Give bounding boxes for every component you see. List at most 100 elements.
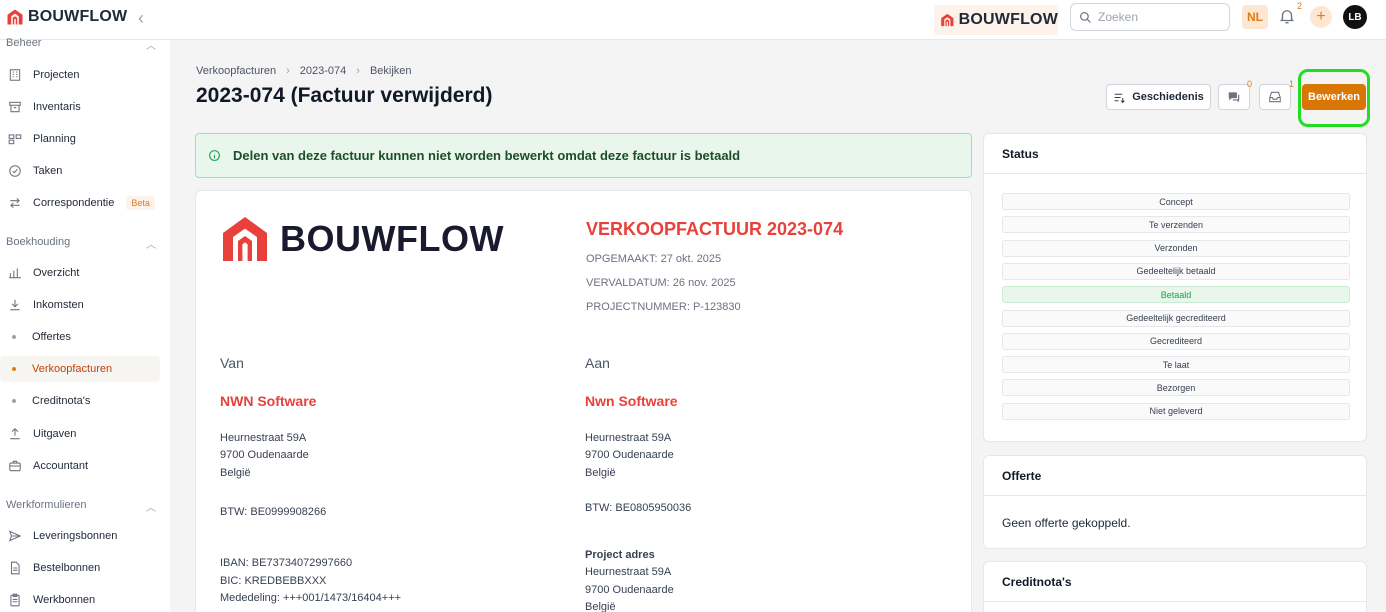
status-item[interactable]: Te laat: [1002, 356, 1350, 374]
section-boekhouding[interactable]: Boekhouding ︿: [6, 236, 156, 251]
from-name: NWN Software: [220, 393, 317, 409]
collapse-sidebar-icon[interactable]: ‹: [138, 8, 144, 29]
invoice-logo: BOUWFLOW: [220, 215, 504, 263]
status-item[interactable]: Te verzenden: [1002, 216, 1350, 234]
breadcrumb-item[interactable]: Verkoopfacturen: [196, 65, 276, 77]
upload-icon: [7, 426, 23, 442]
bullet-icon: [12, 335, 16, 339]
briefcase-icon: [7, 458, 23, 474]
invoice-brand: BOUWFLOW: [280, 218, 504, 259]
project-country: België: [585, 601, 616, 612]
sidebar-item-label: Verkoopfacturen: [32, 363, 113, 375]
chevron-up-icon: ︿: [146, 503, 156, 514]
from-reference: Mededeling: +++001/1473/16404+++: [220, 592, 402, 604]
sidebar-item-label: Leveringsbonnen: [33, 530, 118, 542]
notifications-count: 2: [1297, 1, 1303, 11]
sidebar-item-overzicht[interactable]: Overzicht: [0, 260, 160, 286]
inbox-button[interactable]: [1259, 84, 1291, 110]
sidebar-item-label: Offertes: [32, 331, 71, 343]
status-panel-title: Status: [984, 134, 1366, 174]
search-input[interactable]: [1098, 10, 1218, 24]
inbox-icon: [1269, 91, 1281, 103]
sidebar-item-label: Creditnota's: [32, 395, 91, 407]
search-box[interactable]: [1070, 3, 1230, 31]
inbox-count: 1: [1289, 79, 1295, 89]
sidebar-item-inventaris[interactable]: Inventaris: [0, 94, 160, 120]
sidebar-item-label: Inventaris: [33, 101, 81, 113]
breadcrumb: Verkoopfacturen › 2023-074 › Bekijken: [196, 65, 412, 77]
sidebar-item-label: Projecten: [33, 69, 80, 81]
check-circle-icon: [7, 163, 23, 179]
status-item[interactable]: Niet geleverd: [1002, 402, 1350, 420]
invoice-created: OPGEMAAKT: 27 okt. 2025: [586, 253, 722, 265]
sidebar-item-werkbonnen[interactable]: Werkbonnen: [0, 587, 160, 612]
project-city: 9700 Oudenaarde: [585, 584, 674, 596]
sidebar-item-projecten[interactable]: Projecten: [0, 62, 160, 88]
status-item[interactable]: Gecrediteerd: [1002, 332, 1350, 350]
from-country: België: [220, 467, 251, 479]
sidebar-item-planning[interactable]: Planning: [0, 126, 160, 152]
to-vat: BTW: BE0805950036: [585, 502, 692, 514]
document-icon: [7, 560, 23, 576]
bar-chart-icon: [7, 265, 23, 281]
bouwflow-logo-icon: [7, 9, 23, 25]
sidebar-item-taken[interactable]: Taken: [0, 158, 160, 184]
app-logo[interactable]: BOUWFLOW: [6, 8, 127, 26]
from-street: Heurnestraat 59A: [220, 432, 307, 444]
avatar[interactable]: LB: [1343, 5, 1367, 29]
sidebar-item-leveringsbonnen[interactable]: Leveringsbonnen: [0, 523, 160, 549]
clipboard-icon: [7, 592, 23, 608]
chevron-up-icon: ︿: [146, 41, 156, 52]
sidebar: Beheer ︿ Projecten Inventaris Planning T…: [0, 37, 170, 612]
paid-alert: Delen van deze factuur kunnen niet worde…: [195, 133, 972, 178]
from-city: 9700 Oudenaarde: [220, 449, 309, 461]
sidebar-item-accountant[interactable]: Accountant: [0, 453, 160, 479]
info-icon: [209, 150, 220, 161]
search-icon: [1080, 11, 1091, 23]
sidebar-item-inkomsten[interactable]: Inkomsten: [0, 292, 160, 318]
history-button[interactable]: Geschiedenis: [1106, 84, 1211, 110]
section-beheer[interactable]: Beheer ︿: [6, 37, 156, 52]
brand-name: BOUWFLOW: [28, 8, 128, 25]
company-switcher[interactable]: BOUWFLOW: [934, 5, 1058, 35]
section-werkformulieren[interactable]: Werkformulieren ︿: [6, 499, 156, 514]
status-item[interactable]: Gedeeltelijk gecrediteerd: [1002, 309, 1350, 327]
invoice-project-number: PROJECTNUMMER: P-123830: [586, 301, 741, 313]
invoice-document: BOUWFLOW VERKOOPFACTUUR 2023-074 OPGEMAA…: [195, 190, 972, 612]
section-title: Beheer: [6, 37, 42, 49]
sidebar-item-correspondentie[interactable]: Correspondentie Beta: [0, 190, 160, 216]
chevron-right-icon: ›: [356, 65, 360, 77]
status-item[interactable]: Concept: [1002, 193, 1350, 210]
bullet-icon: [12, 399, 16, 403]
offerte-empty-text: Geen offerte gekoppeld.: [1002, 516, 1131, 530]
planning-icon: [7, 131, 23, 147]
to-country: België: [585, 467, 616, 479]
plus-icon: +: [1316, 8, 1326, 25]
status-item[interactable]: Betaald: [1002, 286, 1350, 304]
chat-icon: [1228, 92, 1240, 103]
sidebar-item-label: Uitgaven: [33, 428, 77, 440]
sidebar-item-verkoopfacturen[interactable]: Verkoopfacturen: [0, 356, 160, 382]
from-vat: BTW: BE0999908266: [220, 506, 327, 518]
status-item[interactable]: Gedeeltelijk betaald: [1002, 262, 1350, 280]
sidebar-item-label: Overzicht: [33, 267, 80, 279]
history-list-icon: [1114, 93, 1125, 103]
sidebar-item-offertes[interactable]: Offertes: [0, 324, 160, 350]
language-switcher[interactable]: NL: [1242, 5, 1268, 29]
add-button[interactable]: +: [1310, 6, 1332, 28]
breadcrumb-item[interactable]: 2023-074: [300, 65, 347, 77]
bell-icon: [1280, 10, 1294, 24]
sidebar-item-creditnotas[interactable]: Creditnota's: [0, 388, 160, 414]
history-label: Geschiedenis: [1132, 91, 1204, 103]
status-item[interactable]: Verzonden: [1002, 239, 1350, 257]
sidebar-item-uitgaven[interactable]: Uitgaven: [0, 421, 160, 447]
sidebar-item-bestelbonnen[interactable]: Bestelbonnen: [0, 555, 160, 581]
breadcrumb-item: Bekijken: [369, 65, 412, 77]
notifications-button[interactable]: [1278, 7, 1298, 27]
page-title: 2023-074 (Factuur verwijderd): [196, 84, 493, 107]
comments-button[interactable]: [1218, 84, 1250, 110]
status-item[interactable]: Bezorgen: [1002, 379, 1350, 397]
edit-button[interactable]: Bewerken: [1302, 84, 1366, 110]
chevron-right-icon: ›: [286, 65, 290, 77]
from-bic: BIC: KREDBEBBXXX: [220, 575, 327, 587]
